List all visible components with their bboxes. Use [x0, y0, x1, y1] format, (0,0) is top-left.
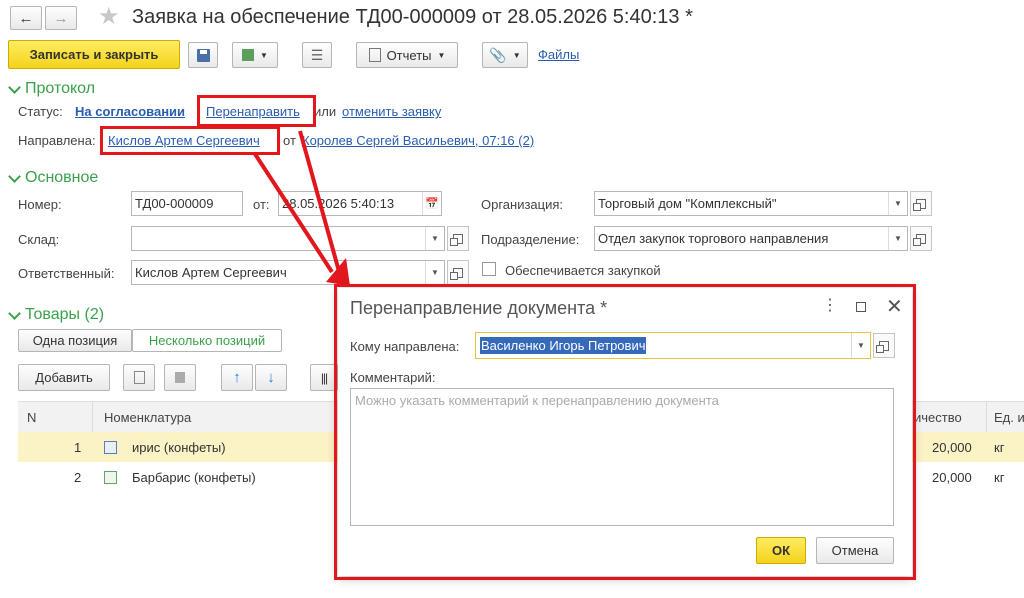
maximize-icon[interactable] — [856, 302, 866, 312]
comment-textarea[interactable]: Можно указать комментарий к перенаправле… — [350, 388, 894, 526]
open-icon — [876, 340, 889, 353]
comment-label: Комментарий: — [350, 370, 436, 385]
cancel-button[interactable]: Отмена — [816, 537, 894, 564]
chevron-down-icon[interactable]: ▼ — [851, 333, 870, 358]
redirect-dialog: Перенаправление документа * ⋮ ✕ Кому нап… — [338, 288, 912, 576]
to-field[interactable]: Василенко Игорь Петрович ▼ — [475, 332, 871, 359]
dialog-title: Перенаправление документа * — [350, 298, 608, 318]
comment-placeholder: Можно указать комментарий к перенаправле… — [355, 393, 719, 408]
to-value: Василенко Игорь Петрович — [480, 337, 647, 354]
to-label: Кому направлена: — [350, 339, 460, 354]
to-open-button[interactable] — [873, 333, 895, 358]
more-icon[interactable]: ⋮ — [822, 298, 838, 314]
ok-button[interactable]: ОК — [756, 537, 806, 564]
close-icon[interactable]: ✕ — [886, 294, 903, 319]
